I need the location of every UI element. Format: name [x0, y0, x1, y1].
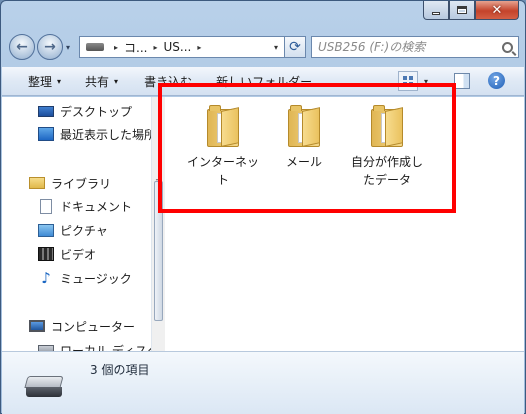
burn-label: 書き込む: [144, 74, 193, 89]
chevron-down-icon: ▾: [57, 76, 62, 86]
help-button[interactable]: ?: [488, 72, 505, 89]
chevron-down-icon: ▾: [114, 76, 119, 86]
sidebar-item-videos[interactable]: ビデオ: [38, 244, 96, 264]
sidebar-item-label: ライブラリ: [51, 176, 112, 191]
recent-places-icon: [38, 127, 54, 141]
breadcrumb-separator[interactable]: ▸: [153, 43, 157, 52]
search-icon[interactable]: [502, 41, 513, 53]
minimize-icon: [432, 11, 440, 15]
folder-name: メール: [285, 155, 322, 169]
sidebar-item-label: デスクトップ: [60, 104, 133, 119]
videos-icon: [38, 247, 54, 261]
sidebar-item-desktop[interactable]: デスクトップ: [38, 101, 132, 121]
close-icon: ✕: [491, 2, 503, 18]
recent-pages-dropdown[interactable]: ▾: [66, 43, 70, 52]
close-button[interactable]: ✕: [475, 1, 519, 20]
refresh-button[interactable]: ⟳: [284, 36, 306, 58]
organize-label: 整理: [28, 74, 53, 89]
folder-name: インターネット: [186, 155, 259, 187]
folder-icon: [207, 105, 239, 147]
new-folder-label: 新しいフォルダー: [216, 74, 313, 89]
scrollbar-thumb[interactable]: [154, 181, 163, 321]
help-icon: ?: [493, 73, 500, 88]
folder-item[interactable]: メール: [263, 105, 345, 171]
back-button[interactable]: ←: [9, 34, 35, 60]
sidebar-item-recent-places[interactable]: 最近表示した場所: [38, 124, 151, 144]
folder-item[interactable]: インターネット: [182, 105, 264, 189]
refresh-icon: ⟳: [289, 39, 301, 55]
forward-button[interactable]: →: [37, 34, 63, 60]
address-dropdown-icon[interactable]: ▾: [274, 43, 278, 52]
sidebar-item-label: ピクチャ: [60, 223, 108, 238]
file-list: インターネット メール 自分が作成したデータ: [165, 97, 524, 351]
desktop-icon: [38, 105, 54, 117]
view-options-dropdown[interactable]: ▾: [424, 77, 428, 86]
caption-buttons: ✕: [423, 1, 519, 20]
sidebar-item-label: ローカル ディスク: [60, 343, 151, 352]
breadcrumb-separator[interactable]: ▸: [197, 43, 201, 52]
folder-item[interactable]: 自分が作成したデータ: [346, 105, 428, 189]
sidebar-item-local-disk[interactable]: ローカル ディスク: [38, 340, 151, 351]
folder-icon: [371, 105, 403, 147]
sidebar-item-computer[interactable]: コンピューター: [29, 316, 135, 336]
share-menu[interactable]: 共有 ▾: [85, 73, 118, 90]
sidebar-item-pictures[interactable]: ピクチャ: [38, 220, 108, 240]
details-pane: 3 個の項目: [2, 351, 524, 414]
search-box[interactable]: [311, 36, 519, 58]
documents-icon: [40, 198, 52, 214]
sidebar-item-label: ミュージック: [60, 271, 132, 286]
sidebar-item-documents[interactable]: ドキュメント: [38, 196, 132, 216]
address-bar[interactable]: ▸ コ... ▸ US... ▸ ▾: [79, 36, 305, 58]
burn-button[interactable]: 書き込む: [144, 73, 192, 90]
sidebar-item-label: コンピューター: [51, 319, 136, 334]
sidebar-item-libraries[interactable]: ライブラリ: [29, 173, 111, 193]
forward-arrow-icon: →: [44, 39, 56, 55]
new-folder-button[interactable]: 新しいフォルダー: [216, 73, 312, 90]
preview-pane-button[interactable]: [454, 73, 470, 89]
organize-menu[interactable]: 整理 ▾: [28, 73, 61, 90]
explorer-window: ✕ ← → ▾ ▸ コ... ▸ US... ▸ ▾ ⟳ 整理 ▾ 共有 ▾ 書き込…: [0, 0, 526, 414]
item-count: 3 個の項目: [90, 363, 150, 377]
maximize-button[interactable]: [449, 1, 475, 20]
pictures-icon: [38, 223, 54, 237]
library-icon: [29, 177, 45, 189]
change-view-button[interactable]: [398, 71, 418, 91]
folder-name: 自分が作成したデータ: [350, 155, 423, 187]
navigation-pane: デスクトップ 最近表示した場所 ライブラリ ドキュメント ピクチャ ビデオ ♪ …: [2, 97, 151, 351]
music-icon: ♪: [41, 269, 51, 287]
command-bar: 整理 ▾ 共有 ▾ 書き込む 新しいフォルダー ▾ ?: [2, 67, 524, 96]
share-label: 共有: [85, 74, 110, 89]
sidebar-item-label: ビデオ: [60, 247, 97, 262]
breadcrumb-usb[interactable]: US...: [163, 40, 191, 54]
computer-icon: [29, 320, 45, 332]
drive-icon: [86, 43, 104, 51]
breadcrumb-separator[interactable]: ▸: [114, 43, 118, 52]
maximize-icon: [457, 6, 467, 14]
minimize-button[interactable]: [423, 1, 449, 20]
navigation-pane-scrollbar[interactable]: ≡: [151, 97, 165, 351]
sidebar-item-label: ドキュメント: [60, 199, 133, 214]
navigation-buttons: ← → ▾: [9, 34, 70, 60]
back-arrow-icon: ←: [16, 39, 28, 55]
folder-icon: [288, 105, 320, 147]
sidebar-item-label: 最近表示した場所: [60, 127, 151, 142]
sidebar-item-music[interactable]: ♪ ミュージック: [38, 268, 132, 288]
breadcrumb-computer[interactable]: コ...: [124, 39, 147, 56]
search-input[interactable]: [318, 40, 494, 54]
usb-drive-icon: [24, 376, 64, 398]
